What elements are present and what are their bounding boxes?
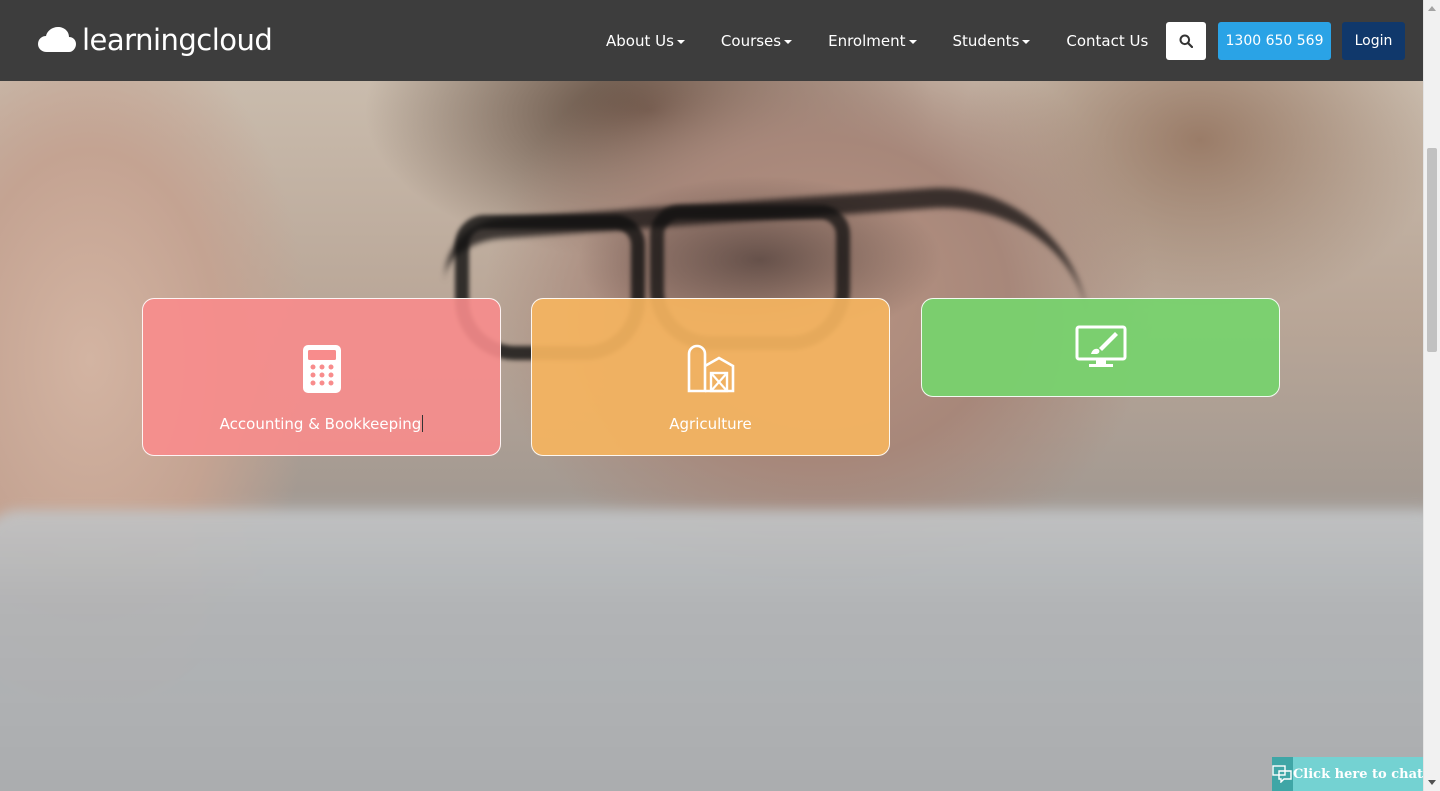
category-label: Accounting & Bookkeeping xyxy=(219,415,424,433)
search-button[interactable] xyxy=(1166,22,1206,60)
top-navbar: learningcloud About Us Courses Enrolment… xyxy=(0,0,1423,81)
nav-contact-us[interactable]: Contact Us xyxy=(1048,32,1166,50)
nav-students[interactable]: Students xyxy=(935,32,1049,50)
caret-down-icon xyxy=(784,39,793,44)
site-logo[interactable]: learningcloud xyxy=(38,20,273,60)
nav-label: About Us xyxy=(606,31,674,50)
login-button[interactable]: Login xyxy=(1342,22,1405,60)
scroll-up-arrow-icon[interactable] xyxy=(1428,6,1436,11)
barn-icon xyxy=(683,341,739,397)
page-scrollbar[interactable] xyxy=(1423,0,1440,791)
nav-about-us[interactable]: About Us xyxy=(588,32,703,50)
chat-bubble-icon xyxy=(1272,757,1293,791)
nav-label: Contact Us xyxy=(1066,31,1149,50)
caret-down-icon xyxy=(676,39,685,44)
scrollbar-thumb[interactable] xyxy=(1427,148,1437,352)
phone-number-button[interactable]: 1300 650 569 xyxy=(1218,22,1331,60)
cloud-logo-icon xyxy=(38,27,76,52)
nav-label: Courses xyxy=(720,31,782,50)
chat-label: Click here to chat xyxy=(1292,757,1423,791)
scroll-down-arrow-icon[interactable] xyxy=(1428,780,1436,785)
search-icon xyxy=(1179,34,1193,48)
design-monitor-icon xyxy=(1073,319,1129,375)
category-label: Agriculture xyxy=(669,415,752,433)
nav-courses[interactable]: Courses xyxy=(703,32,810,50)
category-tile-accounting[interactable]: Accounting & Bookkeeping xyxy=(142,298,501,456)
category-tile-design[interactable] xyxy=(921,298,1280,397)
chat-widget-button[interactable]: Click here to chat xyxy=(1272,757,1423,791)
caret-down-icon xyxy=(908,39,917,44)
nav-label: Students xyxy=(952,31,1020,50)
caret-down-icon xyxy=(1022,39,1031,44)
category-tile-agriculture[interactable]: Agriculture xyxy=(531,298,890,456)
nav-enrolment[interactable]: Enrolment xyxy=(810,32,934,50)
calculator-icon xyxy=(294,341,350,397)
logo-text: learningcloud xyxy=(82,23,273,57)
text-cursor xyxy=(422,415,424,432)
nav-label: Enrolment xyxy=(828,31,906,50)
main-nav: About Us Courses Enrolment Students Cont… xyxy=(588,0,1166,81)
